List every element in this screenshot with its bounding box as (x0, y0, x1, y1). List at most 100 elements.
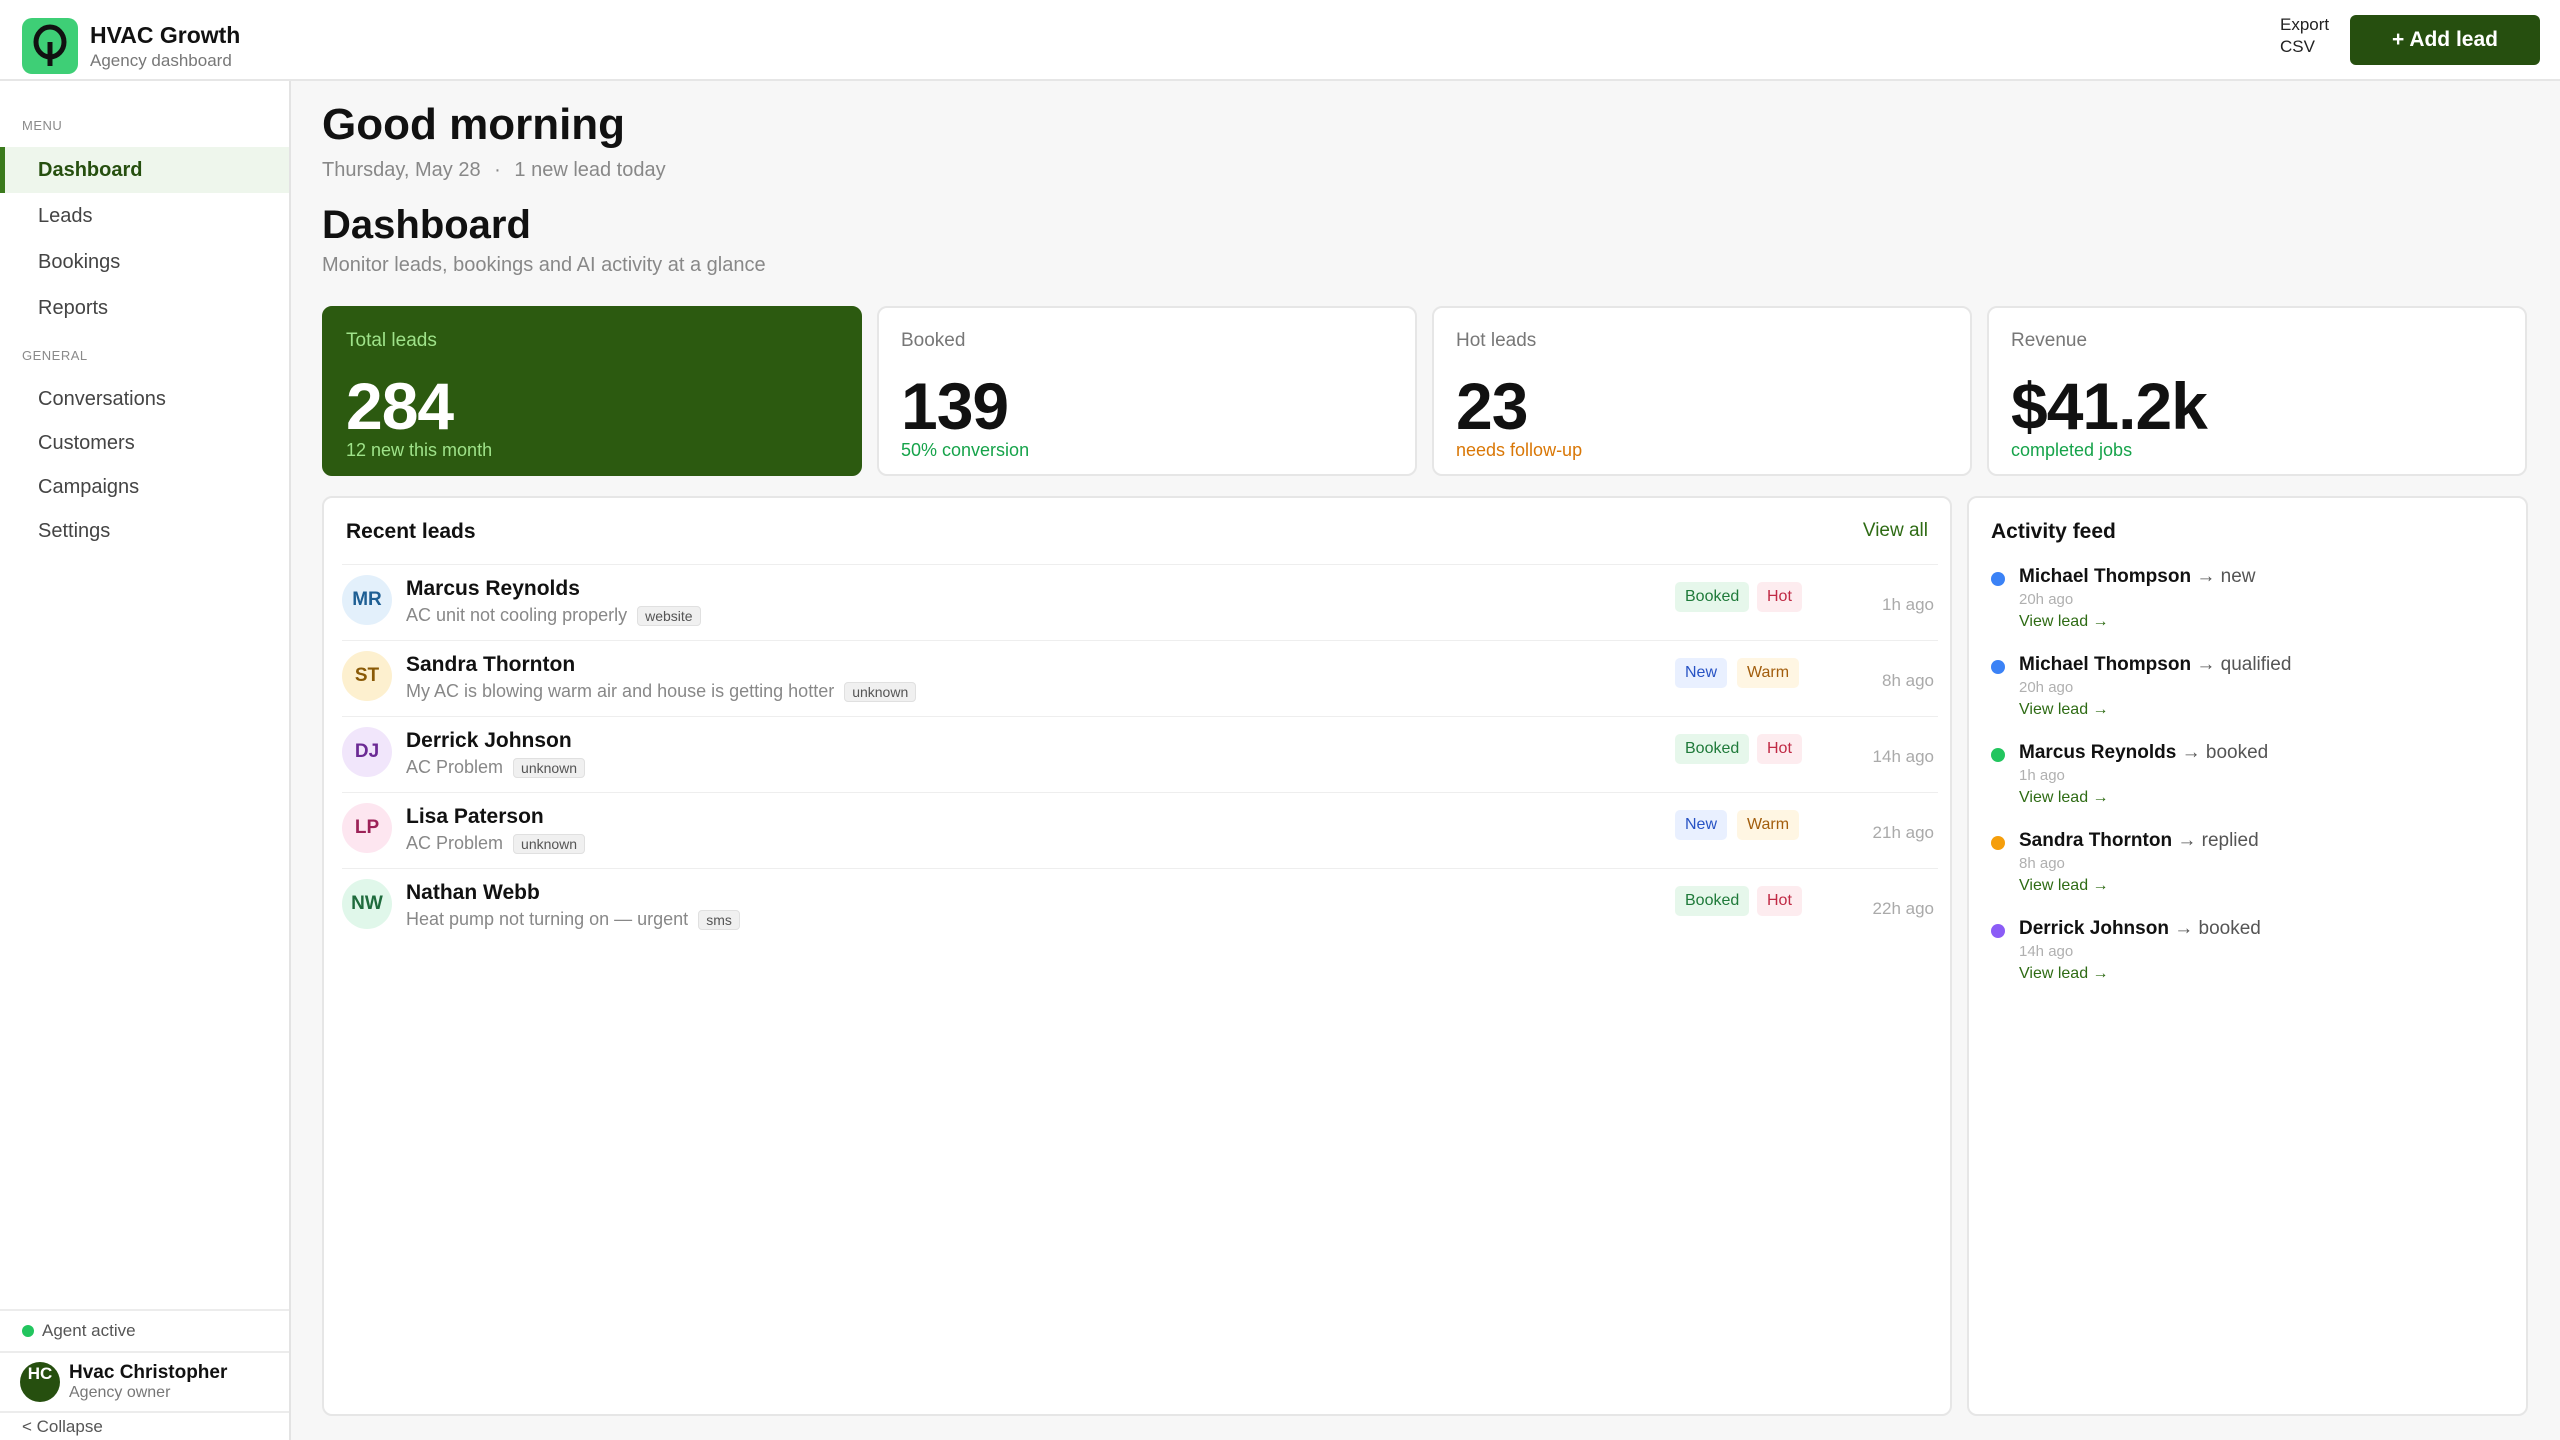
status-badge: Booked (1675, 734, 1750, 764)
recent-leads-panel: Recent leads View all MR Marcus Reynolds… (322, 496, 1952, 1416)
view-lead-link[interactable]: View lead → (2019, 789, 2109, 807)
stat-value: 23 (1456, 369, 1528, 443)
table-row[interactable]: ST Sandra Thornton My AC is blowing warm… (342, 640, 1938, 716)
view-lead-link[interactable]: View lead → (2019, 613, 2109, 631)
activity-time: 8h ago (2019, 855, 2065, 872)
brand-logo-icon (22, 18, 78, 74)
sidebar-item-leads[interactable]: Leads (0, 193, 289, 239)
brand-name: HVAC Growth (90, 22, 241, 48)
activity-text: Michael Thompson → qualified (2019, 654, 2291, 676)
collapse-sidebar-button[interactable]: < Collapse (0, 1411, 289, 1440)
activity-lead-name: Marcus Reynolds (2019, 742, 2177, 763)
stat-value: $41.2k (2011, 369, 2208, 443)
sidebar-item-conversations[interactable]: Conversations (0, 376, 289, 422)
activity-dot-icon (1991, 660, 2005, 674)
temperature-badge: Warm (1737, 810, 1800, 840)
stat-card-booked[interactable]: Booked 139 50% conversion (877, 306, 1417, 476)
activity-time: 14h ago (2019, 943, 2074, 960)
brand[interactable]: HVAC Growth Agency dashboard (22, 18, 240, 74)
temperature-badge: Hot (1757, 582, 1802, 612)
user-profile[interactable]: HC Hvac Christopher Agency owner (0, 1351, 289, 1411)
menu-heading: MENU (22, 118, 63, 133)
stat-note: 50% conversion (901, 440, 1030, 460)
page-subtitle: Monitor leads, bookings and AI activity … (322, 254, 766, 276)
view-lead-link[interactable]: View lead → (2019, 965, 2109, 983)
lead-description: Heat pump not turning on — urgent sms (406, 909, 740, 930)
table-row[interactable]: LP Lisa Paterson AC Problem unknown New … (342, 792, 1938, 868)
sidebar-item-reports[interactable]: Reports (0, 285, 289, 331)
view-all-link[interactable]: View all (1863, 520, 1928, 542)
stat-value: 284 (346, 369, 454, 443)
table-row[interactable]: DJ Derrick Johnson AC Problem unknown Bo… (342, 716, 1938, 792)
view-lead-link[interactable]: View lead → (2019, 701, 2109, 719)
lead-avatar: DJ (342, 727, 392, 777)
stat-card-revenue[interactable]: Revenue $41.2k completed jobs (1987, 306, 2527, 476)
lead-avatar: LP (342, 803, 392, 853)
greeting-subline: Thursday, May 28 · 1 new lead today (322, 159, 666, 182)
view-lead-link[interactable]: View lead → (2019, 877, 2109, 895)
user-name: Hvac Christopher (69, 1362, 228, 1383)
temperature-badge: Hot (1757, 734, 1802, 764)
lead-source-tag: unknown (513, 757, 586, 778)
stat-card-hot-leads[interactable]: Hot leads 23 needs follow-up (1432, 306, 1972, 476)
lead-name: Nathan Webb (406, 881, 540, 904)
stat-card-total-leads[interactable]: Total leads 284 12 new this month (322, 306, 862, 476)
status-dot-icon (22, 1325, 34, 1337)
current-date: Thursday, May 28 (322, 159, 481, 181)
lead-time: 14h ago (1872, 747, 1934, 766)
agent-status: Agent active (0, 1309, 289, 1351)
activity-action: → qualified (2196, 654, 2292, 675)
stat-label: Booked (901, 330, 966, 351)
lead-source-tag: website (637, 605, 701, 626)
status-badge: New (1675, 658, 1728, 688)
lead-description: My AC is blowing warm air and house is g… (406, 681, 917, 702)
activity-lead-name: Sandra Thornton (2019, 830, 2173, 851)
lead-issue: My AC is blowing warm air and house is g… (406, 681, 835, 701)
stat-value: 139 (901, 369, 1009, 443)
stat-label: Revenue (2011, 330, 2088, 351)
add-lead-button[interactable]: + Add lead (2350, 15, 2540, 65)
sidebar-item-dashboard[interactable]: Dashboard (0, 147, 289, 193)
lead-time: 21h ago (1872, 823, 1934, 842)
separator-dot: · (494, 159, 501, 181)
lead-name: Derrick Johnson (406, 729, 572, 752)
status-badge: Booked (1675, 886, 1750, 916)
activity-action: → new (2196, 566, 2256, 587)
lead-avatar: ST (342, 651, 392, 701)
sidebar-item-campaigns[interactable]: Campaigns (0, 464, 289, 510)
lead-name: Lisa Paterson (406, 805, 544, 828)
activity-time: 20h ago (2019, 679, 2074, 696)
sidebar-item-settings[interactable]: Settings (0, 508, 289, 554)
brand-subtitle: Agency dashboard (90, 51, 232, 70)
status-badge: Booked (1675, 582, 1750, 612)
table-row[interactable]: NW Nathan Webb Heat pump not turning on … (342, 868, 1938, 944)
activity-text: Sandra Thornton → replied (2019, 830, 2259, 852)
sidebar-item-bookings[interactable]: Bookings (0, 239, 289, 285)
lead-issue: AC Problem (406, 757, 504, 777)
temperature-badge: Hot (1757, 886, 1802, 916)
lead-time: 22h ago (1872, 899, 1934, 918)
lead-description: AC Problem unknown (406, 833, 586, 854)
temperature-badge: Warm (1737, 658, 1800, 688)
recent-leads-title: Recent leads (346, 520, 476, 543)
export-csv-button[interactable]: Export CSV (2280, 14, 2344, 58)
activity-action: → booked (2181, 742, 2269, 763)
table-row[interactable]: MR Marcus Reynolds AC unit not cooling p… (342, 564, 1938, 640)
lead-issue: Heat pump not turning on — urgent (406, 909, 689, 929)
activity-action: → replied (2177, 830, 2259, 851)
activity-text: Michael Thompson → new (2019, 566, 2256, 588)
activity-lead-name: Derrick Johnson (2019, 918, 2169, 939)
greeting-title: Good morning (322, 100, 626, 149)
lead-source-tag: unknown (844, 681, 917, 702)
activity-dot-icon (1991, 748, 2005, 762)
activity-lead-name: Michael Thompson (2019, 566, 2192, 587)
lead-description: AC unit not cooling properly website (406, 605, 701, 626)
lead-issue: AC Problem (406, 833, 504, 853)
stat-note: 12 new this month (346, 440, 493, 460)
activity-feed-title: Activity feed (1991, 520, 2116, 543)
sidebar: MENU Dashboard Leads Bookings Reports GE… (0, 81, 291, 1440)
user-role: Agency owner (69, 1384, 171, 1401)
sidebar-item-customers[interactable]: Customers (0, 420, 289, 466)
stat-label: Hot leads (1456, 330, 1537, 351)
lead-source-tag: sms (698, 909, 740, 930)
